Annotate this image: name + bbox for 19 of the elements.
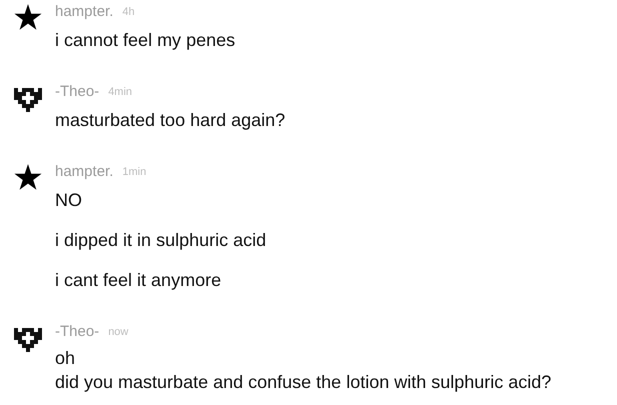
username: -Theo- bbox=[55, 82, 100, 102]
message-text: oh bbox=[55, 347, 76, 370]
pixel-heart-icon bbox=[14, 88, 42, 112]
username: hampter. bbox=[55, 2, 114, 22]
message-text: i cant feel it anymore bbox=[55, 269, 222, 292]
timestamp: 4min bbox=[108, 84, 132, 100]
pixel-heart-icon bbox=[14, 328, 42, 352]
star-icon bbox=[14, 4, 42, 31]
star-icon bbox=[14, 164, 42, 191]
username: -Theo- bbox=[55, 322, 100, 342]
message-text: masturbated too hard again? bbox=[55, 109, 286, 132]
message-text: did you masturbate and confuse the lotion with sulphuric acid? bbox=[55, 371, 552, 394]
message-text: i dipped it in sulphuric acid bbox=[55, 229, 266, 252]
username: hampter. bbox=[55, 162, 114, 182]
timestamp: 1min bbox=[122, 164, 146, 180]
message-text: NO bbox=[55, 189, 83, 212]
timestamp: 4h bbox=[122, 4, 135, 20]
message-text: i cannot feel my penes bbox=[55, 29, 236, 52]
timestamp: now bbox=[108, 324, 128, 340]
